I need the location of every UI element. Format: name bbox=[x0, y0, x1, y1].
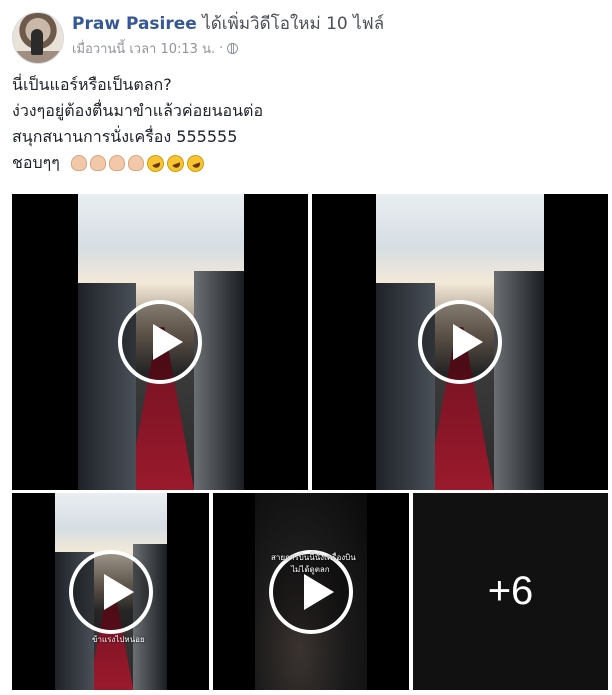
post-text-line: นี่เป็นแอร์หรือเป็นตลก? bbox=[12, 75, 172, 94]
seats-right bbox=[194, 270, 244, 490]
seats-left bbox=[376, 282, 435, 490]
rolling-laughing-icon bbox=[184, 152, 207, 175]
video-thumbnail-1[interactable] bbox=[12, 194, 308, 490]
author-avatar[interactable] bbox=[12, 12, 64, 64]
clapping-hands-icon bbox=[70, 155, 87, 171]
post-text-line-last: ชอบๆๆ bbox=[12, 150, 263, 176]
post-timestamp-link[interactable]: เมื่อวานนี้ เวลา 10:13 น. bbox=[72, 38, 215, 59]
video-thumbnail-3[interactable]: ข้าแรงไปหน่อย bbox=[12, 493, 209, 690]
video-caption: ข้าแรงไปหน่อย bbox=[92, 635, 145, 644]
rolling-laughing-icon bbox=[144, 152, 167, 175]
globe-icon[interactable] bbox=[227, 43, 239, 54]
avatar-person bbox=[31, 29, 43, 55]
clapping-hands-icon bbox=[89, 155, 106, 171]
meta-separator: · bbox=[219, 41, 224, 56]
video-caption: ไม่ได้ดูตลก bbox=[291, 565, 330, 574]
play-icon[interactable] bbox=[68, 549, 153, 634]
emoji-row bbox=[70, 152, 207, 175]
seats-right bbox=[493, 270, 544, 490]
post-text-line: ชอบๆๆ bbox=[12, 153, 60, 172]
clapping-hands-icon bbox=[127, 155, 144, 171]
play-icon[interactable] bbox=[118, 300, 202, 384]
more-videos-count[interactable]: +6 bbox=[413, 493, 608, 690]
post-text-line: สนุกสนานการนั่งเครื่อง 555555 bbox=[12, 127, 238, 146]
post-action-text: ได้เพิ่มวิดีโอใหม่ 10 ไฟล์ bbox=[202, 14, 385, 34]
post-text-line: ง่วงๆอยู่ต้องตื่นมาขำแล้วค่อยนอนต่อ bbox=[12, 101, 264, 120]
play-icon[interactable] bbox=[418, 300, 502, 384]
clapping-hands-icon bbox=[108, 155, 125, 171]
post-meta: เมื่อวานนี้ เวลา 10:13 น. · bbox=[72, 38, 604, 59]
post-text: นี่เป็นแอร์หรือเป็นตลก? ง่วงๆอยู่ต้องตื่… bbox=[12, 72, 263, 176]
post-title-line: Praw Pasiree ได้เพิ่มวิดีโอใหม่ 10 ไฟล์ bbox=[72, 12, 604, 36]
more-videos-tile[interactable]: +6 bbox=[413, 493, 608, 690]
video-thumbnail-4[interactable]: สายการบินนี้นั่งเครื่องบิน ไม่ได้ดูตลก bbox=[213, 493, 409, 690]
rolling-laughing-icon bbox=[164, 152, 187, 175]
video-thumbnail-2[interactable] bbox=[312, 194, 608, 490]
author-name-link[interactable]: Praw Pasiree bbox=[72, 14, 197, 34]
post-header: Praw Pasiree ได้เพิ่มวิดีโอใหม่ 10 ไฟล์ … bbox=[72, 12, 604, 59]
